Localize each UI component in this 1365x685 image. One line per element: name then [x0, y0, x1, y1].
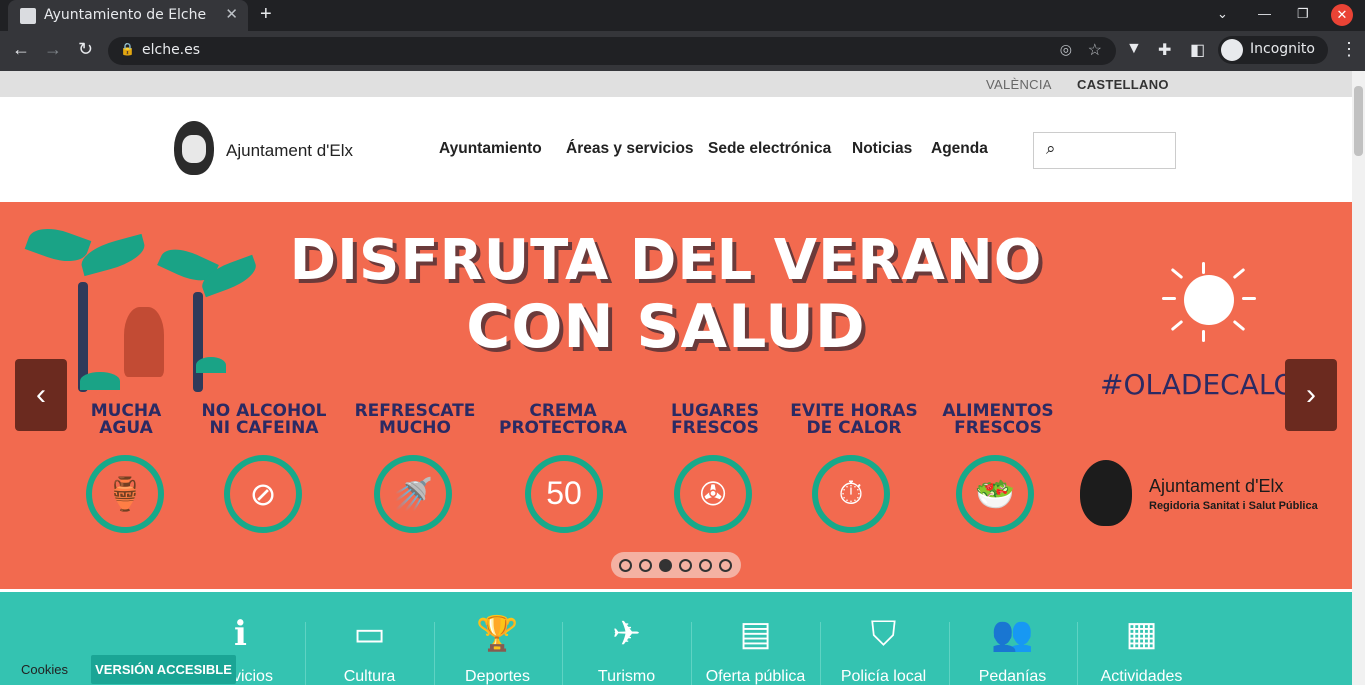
city-icon: ▦: [1125, 615, 1158, 653]
slide-headline-2: CON SALUD: [466, 292, 866, 362]
window-close-button[interactable]: ✕: [1331, 4, 1353, 26]
service-item[interactable]: ⛉ Policía local: [819, 614, 948, 685]
carousel-next-button[interactable]: ›: [1285, 359, 1337, 431]
forward-icon[interactable]: →: [44, 39, 62, 60]
carousel-dot[interactable]: [719, 559, 732, 572]
browser-menu-icon[interactable]: ⋮: [1340, 39, 1358, 60]
salad-bowl-icon: 🥗: [956, 455, 1034, 533]
service-item[interactable]: ▭ Cultura: [305, 614, 434, 685]
reload-icon[interactable]: ↻: [78, 39, 93, 60]
site-logo-text[interactable]: Ajuntament d'Elx: [226, 141, 353, 161]
service-item[interactable]: ▤ Oferta pública: [691, 614, 820, 685]
back-icon[interactable]: ←: [12, 39, 30, 60]
nav-noticias[interactable]: Noticias: [852, 140, 912, 158]
service-item[interactable]: ▦ Actividades: [1077, 614, 1206, 685]
web-page: VALÈNCIA CASTELLANO Ajuntament d'Elx Ayu…: [0, 71, 1352, 685]
tip-label-alcohol: NO ALCOHOL NI CAFEINA: [201, 401, 327, 438]
nav-areas-servicios[interactable]: Áreas y servicios: [566, 140, 694, 158]
service-item[interactable]: ✈ Turismo: [562, 614, 691, 685]
lang-castellano-link[interactable]: CASTELLANO: [1077, 77, 1169, 92]
tip-label-fresh-food: ALIMENTOS FRESCOS: [942, 401, 1054, 438]
contacts-icon: ▤: [739, 615, 772, 653]
scrollbar-thumb[interactable]: [1354, 86, 1363, 156]
carousel-dot[interactable]: [619, 559, 632, 572]
search-icon[interactable]: ⌕: [1046, 139, 1056, 159]
plane-icon: ✈: [612, 615, 641, 653]
slide-headline-1: DISFRUTA DEL VERANO: [289, 228, 1043, 293]
fan-icon: ✇: [674, 455, 752, 533]
nav-agenda[interactable]: Agenda: [931, 140, 988, 158]
service-item[interactable]: 👥 Pedanías: [948, 614, 1077, 685]
browser-toolbar: ← → ↻ 🔒 elche.es ◎ ☆ ▼ ✚ ◧ Incognito ⋮: [0, 31, 1365, 71]
clock-icon: ⏱: [812, 455, 890, 533]
carousel-prev-button[interactable]: ‹: [15, 359, 67, 431]
hero-carousel: DISFRUTA DEL VERANO CON SALUD #OLADECALO…: [0, 202, 1352, 589]
side-panel-icon[interactable]: ◧: [1190, 40, 1205, 60]
restore-button[interactable]: ❐: [1297, 6, 1309, 22]
city-seal-logo[interactable]: [174, 121, 214, 175]
tab-close-icon[interactable]: ✕: [225, 5, 238, 23]
incognito-label: Incognito: [1250, 41, 1315, 57]
slide-hashtag: #OLADECALOR: [1100, 368, 1315, 401]
new-tab-button[interactable]: +: [260, 3, 272, 26]
lock-icon[interactable]: 🔒: [120, 42, 135, 56]
brand-subtitle: Regidoria Sanitat i Salut Pública: [1149, 500, 1318, 512]
ticket-icon: ▭: [353, 615, 386, 653]
no-alcohol-icon: ⊘: [224, 455, 302, 533]
sunscreen-icon: 50: [525, 455, 603, 533]
incognito-icon: [1221, 39, 1243, 61]
site-header: Ajuntament d'Elx Ayuntamiento Áreas y se…: [0, 97, 1352, 202]
people-icon: 👥: [991, 615, 1034, 653]
nav-sede-electronica[interactable]: Sede electrónica: [708, 140, 831, 158]
favicon-icon: [20, 8, 36, 24]
tab-title: Ayuntamiento de Elche: [44, 7, 207, 23]
search-input[interactable]: ⌕: [1033, 132, 1176, 169]
carousel-dot[interactable]: [639, 559, 652, 572]
tip-label-hot-hours: EVITE HORAS DE CALOR: [790, 401, 918, 438]
carousel-dot-active[interactable]: [659, 559, 672, 572]
language-bar: VALÈNCIA CASTELLANO: [0, 71, 1352, 97]
shower-icon: 🚿: [374, 455, 452, 533]
tab-search-icon[interactable]: ⌄: [1217, 6, 1228, 22]
service-item[interactable]: 🏆 Deportes: [433, 614, 562, 685]
tip-label-sunscreen: CREMA PROTECTORA: [499, 401, 627, 438]
page-scrollbar[interactable]: [1352, 71, 1365, 685]
brand-title: Ajuntament d'Elx: [1149, 476, 1284, 496]
shield-icon: ⛉: [870, 615, 897, 653]
carousel-dot[interactable]: [699, 559, 712, 572]
minimize-button[interactable]: —: [1258, 6, 1271, 21]
cookies-button[interactable]: Cookies: [10, 655, 79, 684]
trophy-icon: 🏆: [476, 615, 519, 653]
url-text[interactable]: elche.es: [142, 42, 200, 58]
info-icon: ℹ: [234, 615, 247, 653]
eye-off-icon[interactable]: ◎: [1060, 41, 1072, 58]
city-seal-icon: [1080, 460, 1132, 526]
extension-v-icon[interactable]: ▼: [1126, 40, 1142, 58]
puzzle-icon[interactable]: ✚: [1158, 40, 1171, 60]
carousel-indicators: [611, 552, 741, 578]
water-jug-icon: 🏺: [86, 455, 164, 533]
tip-label-cool-places: LUGARES FRESCOS: [670, 401, 760, 438]
incognito-indicator[interactable]: Incognito: [1218, 36, 1328, 64]
bookmark-star-icon[interactable]: ☆: [1088, 40, 1102, 60]
browser-tab-strip: Ayuntamiento de Elche ✕ + ⌄ — ❐ ✕: [0, 0, 1365, 31]
nav-ayuntamiento[interactable]: Ayuntamiento: [439, 140, 542, 158]
tip-label-water: MUCHA AGUA: [90, 401, 162, 438]
tip-label-refresh: REFRESCATE MUCHO: [354, 401, 476, 438]
browser-tab[interactable]: Ayuntamiento de Elche ✕: [8, 0, 248, 31]
address-bar[interactable]: 🔒 elche.es ◎ ☆: [108, 37, 1116, 65]
accessible-version-button[interactable]: VERSIÓN ACCESIBLE: [91, 655, 236, 684]
lang-valencia-link[interactable]: VALÈNCIA: [986, 77, 1052, 92]
carousel-dot[interactable]: [679, 559, 692, 572]
